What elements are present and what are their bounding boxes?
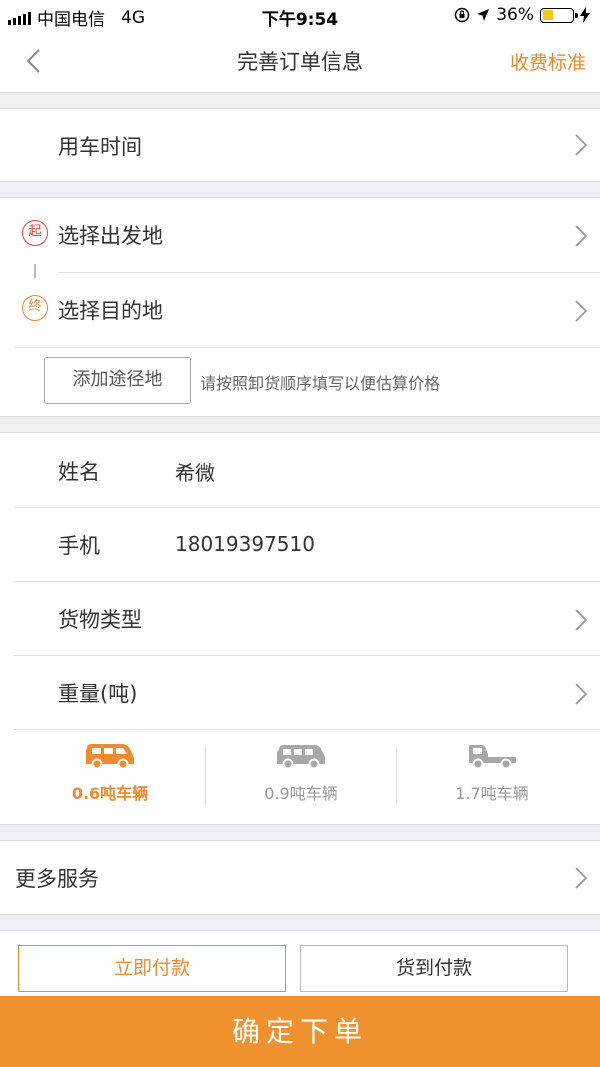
add-waypoint-button[interactable]: 添加途径地 — [44, 357, 191, 404]
charging-bolt-icon — [580, 7, 590, 23]
minibus-icon — [277, 745, 325, 770]
vehicle-label: 0.9吨车辆 — [264, 784, 338, 803]
divider — [14, 729, 600, 730]
name-label: 姓名 — [58, 460, 100, 484]
status-right: 36% — [454, 5, 590, 25]
vehicle-label: 0.6吨车辆 — [71, 784, 149, 803]
chevron-right-icon — [575, 609, 588, 631]
nav-bar: 完善订单信息 收费标准 — [0, 30, 600, 93]
status-bar: 中国电信 4G 下午9:54 36% — [0, 0, 600, 30]
battery-percent: 36% — [496, 5, 534, 25]
chevron-right-icon — [575, 134, 588, 156]
vehicle-label: 1.7吨车辆 — [455, 784, 529, 803]
use-time-row[interactable]: 用车时间 — [0, 109, 600, 181]
battery-icon — [540, 7, 578, 23]
rotation-lock-icon — [454, 7, 470, 23]
phone-row[interactable]: 手机 18019397510 — [0, 508, 600, 581]
fee-standard-link[interactable]: 收费标准 — [510, 48, 586, 75]
name-value[interactable]: 希微 — [175, 457, 215, 486]
start-location-label: 选择出发地 — [58, 224, 163, 248]
vehicle-option-0-6t[interactable]: 0.6吨车辆 — [15, 742, 205, 808]
use-time-label: 用车时间 — [58, 135, 142, 159]
more-services-section: 更多服务 — [0, 840, 600, 915]
chevron-right-icon — [575, 300, 588, 322]
chevron-right-icon — [575, 867, 588, 889]
weight-row[interactable]: 重量(吨) — [0, 656, 600, 729]
submit-order-button[interactable]: 确定下单 — [0, 996, 600, 1067]
end-badge: 终 — [22, 295, 48, 321]
phone-value[interactable]: 18019397510 — [175, 532, 315, 556]
divider — [14, 347, 600, 348]
destination-label: 选择目的地 — [58, 299, 163, 323]
location-arrow-icon — [477, 9, 490, 21]
phone-label: 手机 — [58, 534, 100, 558]
name-row[interactable]: 姓名 希微 — [0, 433, 600, 507]
chevron-right-icon — [575, 225, 588, 247]
van-icon — [86, 744, 134, 770]
waypoint-hint: 请按照卸货顺序填写以便估算价格 — [200, 374, 441, 393]
use-time-section: 用车时间 — [0, 108, 600, 182]
start-location-row[interactable]: 起 选择出发地 — [0, 198, 600, 272]
vehicle-option-1-7t[interactable]: 1.7吨车辆 — [397, 742, 587, 808]
more-services-row[interactable]: 更多服务 — [0, 841, 600, 914]
more-services-label: 更多服务 — [15, 867, 99, 891]
chevron-right-icon — [575, 683, 588, 705]
cargo-type-label: 货物类型 — [58, 608, 142, 632]
truck-icon — [469, 745, 516, 770]
pay-on-delivery-button[interactable]: 货到付款 — [300, 945, 568, 992]
vehicle-option-0-9t[interactable]: 0.9吨车辆 — [206, 742, 396, 808]
start-badge: 起 — [22, 220, 48, 246]
cargo-type-row[interactable]: 货物类型 — [0, 582, 600, 655]
destination-row[interactable]: 终 选择目的地 — [0, 273, 600, 347]
pay-now-button[interactable]: 立即付款 — [18, 945, 286, 992]
weight-label: 重量(吨) — [58, 682, 138, 706]
